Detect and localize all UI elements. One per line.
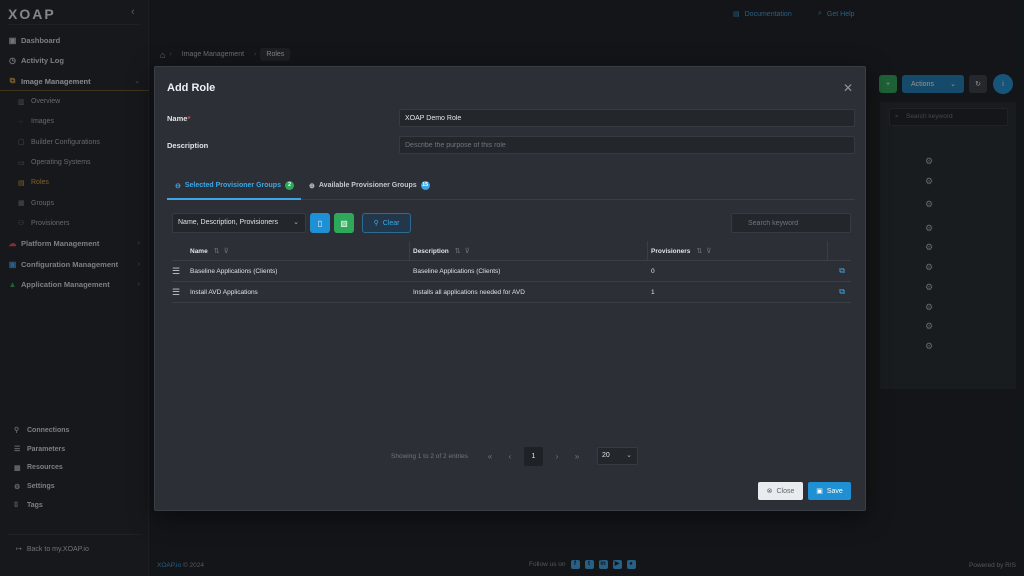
next-page-button[interactable]: › — [547, 452, 567, 461]
add-role-dialog: Add Role ✕ Name* Description ⊖ Selected … — [154, 66, 866, 511]
dialog-title: Add Role — [167, 82, 216, 94]
filter-icon[interactable]: ⊽ — [465, 247, 470, 255]
close-icon[interactable]: ✕ — [843, 81, 853, 95]
column-header-label: Provisioners — [651, 247, 691, 255]
column-header-label: Description — [413, 247, 449, 255]
check-circle-icon: ⊖ — [175, 182, 181, 190]
active-tab-indicator — [167, 198, 301, 200]
chevron-down-icon: ⌄ — [626, 452, 632, 459]
sort-icon[interactable]: ⇅ — [214, 247, 220, 255]
selected-count-badge: 2 — [284, 181, 294, 190]
save-button-label: Save — [826, 487, 843, 495]
file-icon: ▯ — [317, 218, 323, 228]
page-size-select[interactable]: 20 ⌄ — [596, 447, 638, 465]
copy-icon[interactable]: ⧉ — [839, 266, 845, 276]
close-button-label: Close — [776, 487, 795, 495]
column-header-name[interactable]: Name ⇅ ⊽ — [190, 247, 229, 256]
description-label: Description — [167, 141, 209, 150]
column-divider — [647, 241, 648, 261]
copy-icon[interactable]: ⧉ — [839, 287, 845, 297]
export-excel-button[interactable]: ▧ — [334, 213, 354, 233]
column-header-label: Name — [190, 247, 208, 255]
description-field[interactable] — [399, 136, 855, 154]
name-label: Name* — [167, 114, 190, 123]
cell-provisioners: 1 — [651, 289, 655, 296]
clear-filters-button[interactable]: ⚲ Clear — [362, 213, 411, 233]
pagination-info: Showing 1 to 2 of 2 entries — [391, 452, 468, 460]
drag-handle-icon[interactable]: ☰ — [172, 266, 180, 277]
filter-icon[interactable]: ⊽ — [706, 247, 711, 255]
close-button[interactable]: ⊗ Close — [758, 482, 803, 500]
table-toolbar: Name, Description, Provisioners ⌄ ▯ ▧ ⚲ … — [172, 212, 851, 234]
columns-select-value: Name, Description, Provisioners — [178, 219, 278, 226]
column-header-description[interactable]: Description ⇅ ⊽ — [413, 247, 470, 256]
export-csv-button[interactable]: ▯ — [310, 213, 330, 233]
table-search-input[interactable] — [731, 213, 851, 233]
cell-provisioners: 0 — [651, 268, 655, 275]
filter-slash-icon: ⚲ — [373, 220, 379, 227]
cell-description: Baseline Applications (Clients) — [413, 268, 501, 275]
first-page-button[interactable]: « — [480, 452, 500, 461]
save-icon: ▣ — [816, 488, 823, 495]
clear-label: Clear — [382, 219, 400, 227]
table-row[interactable]: ☰ Baseline Applications (Clients) Baseli… — [172, 261, 851, 282]
tab-selected-provisioner-groups[interactable]: ⊖ Selected Provisioner Groups 2 — [175, 181, 294, 190]
chevron-down-icon: ⌄ — [293, 219, 299, 226]
pagination: Showing 1 to 2 of 2 entries « ‹ 1 › » 20… — [391, 446, 638, 466]
cell-description: Installs all applications needed for AVD — [413, 289, 525, 296]
columns-select[interactable]: Name, Description, Provisioners ⌄ — [172, 213, 306, 233]
tab-available-provisioner-groups[interactable]: ⊕ Available Provisioner Groups 15 — [309, 181, 430, 190]
sort-icon[interactable]: ⇅ — [696, 247, 702, 255]
table-row[interactable]: ☰ Install AVD Applications Installs all … — [172, 282, 851, 303]
sort-icon[interactable]: ⇅ — [455, 247, 461, 255]
last-page-button[interactable]: » — [567, 452, 587, 461]
name-field[interactable] — [399, 109, 855, 127]
close-circle-icon: ⊗ — [766, 488, 773, 495]
selected-groups-table: Name ⇅ ⊽ Description ⇅ ⊽ Provisioners ⇅ … — [172, 241, 851, 303]
required-marker: * — [187, 114, 191, 123]
plus-circle-icon: ⊕ — [309, 182, 315, 190]
cell-name: Install AVD Applications — [190, 289, 258, 296]
page-size-value: 20 — [601, 452, 610, 459]
save-button[interactable]: ▣ Save — [808, 482, 851, 500]
provisioner-groups-tabs: ⊖ Selected Provisioner Groups 2 ⊕ Availa… — [167, 173, 855, 200]
name-label-text: Name — [167, 114, 188, 123]
drag-handle-icon[interactable]: ☰ — [172, 287, 180, 298]
table-header: Name ⇅ ⊽ Description ⇅ ⊽ Provisioners ⇅ … — [172, 241, 851, 261]
tab-label: Available Provisioner Groups — [318, 182, 417, 189]
cell-name: Baseline Applications (Clients) — [190, 268, 278, 275]
filter-icon[interactable]: ⊽ — [224, 247, 229, 255]
page-button-current[interactable]: 1 — [523, 446, 543, 466]
available-count-badge: 15 — [420, 181, 430, 190]
column-divider — [409, 241, 410, 261]
excel-icon: ▧ — [340, 218, 348, 228]
column-header-provisioners[interactable]: Provisioners ⇅ ⊽ — [651, 247, 711, 256]
previous-page-button[interactable]: ‹ — [500, 452, 520, 461]
tab-label: Selected Provisioner Groups — [184, 182, 281, 189]
column-divider — [827, 241, 828, 261]
